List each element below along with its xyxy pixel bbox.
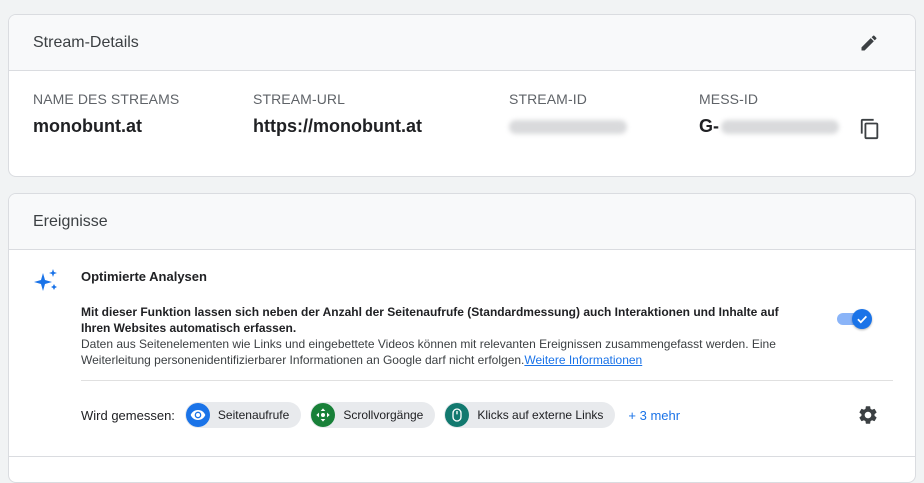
- stream-details-title: Stream-Details: [33, 33, 139, 51]
- events-title: Ereignisse: [33, 212, 108, 230]
- section-divider: [81, 380, 893, 381]
- measurement-id-value-row: G-: [699, 116, 839, 137]
- stream-name-value: monobunt.at: [33, 116, 142, 136]
- copy-icon[interactable]: [859, 118, 881, 140]
- measured-events-row: Wird gemessen: Seitenaufrufe Scrollvorgä…: [81, 402, 680, 428]
- learn-more-link[interactable]: Weitere Informationen: [524, 353, 642, 367]
- enhanced-measurement-title: Optimierte Analysen: [81, 269, 207, 284]
- enhanced-description-text: Daten aus Seitenelementen wie Links und …: [81, 337, 776, 367]
- enhanced-measurement-description: Mit dieser Funktion lassen sich neben de…: [81, 304, 811, 368]
- scroll-icon: [311, 403, 336, 427]
- stream-url-label: STREAM-URL: [253, 91, 346, 107]
- events-card: Ereignisse Optimierte Analysen Mit diese…: [8, 193, 916, 483]
- stream-details-card: Stream-Details NAME DES STREAMS monobunt…: [8, 14, 916, 177]
- chip-page-views[interactable]: Seitenaufrufe: [184, 402, 302, 428]
- measurement-id-value: G-: [699, 116, 719, 136]
- chip-scrolls[interactable]: Scrollvorgänge: [310, 402, 436, 428]
- bottom-divider: [9, 456, 915, 457]
- stream-details-header: Stream-Details: [9, 15, 915, 71]
- enhanced-measurement-toggle[interactable]: [835, 307, 875, 331]
- stream-id-value-row: [509, 116, 627, 137]
- stream-id-label: STREAM-ID: [509, 91, 587, 107]
- stream-name-label: NAME DES STREAMS: [33, 91, 180, 107]
- chip-outbound-clicks[interactable]: Klicks auf externe Links: [444, 402, 616, 428]
- chip-outbound-clicks-label: Klicks auf externe Links: [477, 408, 604, 422]
- checkmark-icon: [857, 315, 868, 324]
- chip-scrolls-label: Scrollvorgänge: [343, 408, 424, 422]
- chip-page-views-label: Seitenaufrufe: [217, 408, 290, 422]
- sparkle-icon: [34, 269, 57, 291]
- events-header: Ereignisse: [9, 194, 915, 250]
- measurement-id-field: MESS-ID G-: [699, 91, 839, 137]
- measured-label: Wird gemessen:: [81, 407, 175, 423]
- eye-icon: [185, 403, 210, 427]
- toggle-knob: [852, 309, 872, 329]
- more-events-link[interactable]: + 3 mehr: [628, 408, 680, 423]
- stream-id-field: STREAM-ID: [509, 91, 627, 137]
- stream-details-body: NAME DES STREAMS monobunt.at STREAM-URL …: [9, 71, 915, 176]
- edit-pencil-icon[interactable]: [859, 33, 879, 53]
- stream-id-redacted: [509, 120, 627, 135]
- stream-url-field: STREAM-URL https://monobunt.at: [253, 91, 422, 137]
- stream-name-field: NAME DES STREAMS monobunt.at: [33, 91, 179, 137]
- stream-url-value: https://monobunt.at: [253, 116, 422, 136]
- measurement-id-redacted: [721, 120, 839, 135]
- measurement-id-label: MESS-ID: [699, 91, 759, 107]
- mouse-icon: [445, 403, 470, 427]
- gear-icon[interactable]: [857, 404, 879, 426]
- enhanced-description-bold: Mit dieser Funktion lassen sich neben de…: [81, 305, 779, 335]
